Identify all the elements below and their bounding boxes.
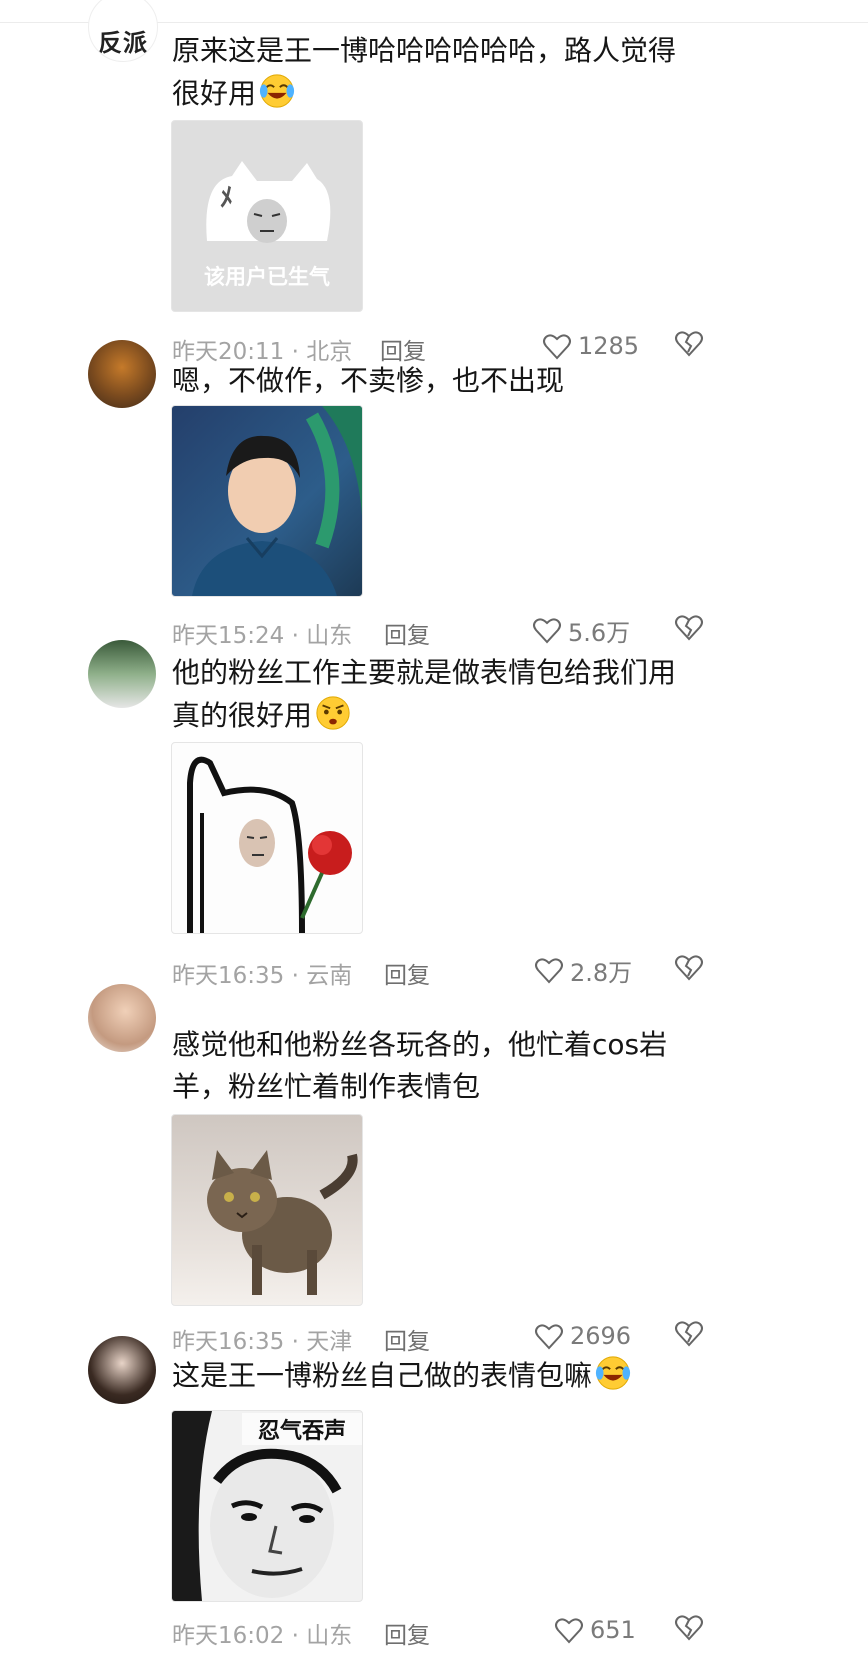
heart-outline-icon [543,334,571,360]
crying-laughing-emoji-icon [259,74,295,108]
like-button[interactable]: 2696 [534,1318,631,1354]
dislike-button[interactable] [674,1318,708,1354]
like-button[interactable]: 1285 [542,328,639,364]
reply-button[interactable]: 回复 [384,616,430,650]
comment-text: 嗯，不做作，不卖惨，也不出现 [172,360,692,402]
dislike-button[interactable] [674,952,708,988]
comment-image[interactable] [171,1114,363,1306]
comment-meta-row: 昨天16:35 · 天津 回复 2696 [172,1318,712,1356]
dislike-button[interactable] [674,1612,708,1648]
crying-laughing-emoji-icon [595,1356,631,1390]
avatar-text: 反派 [98,29,148,57]
comment-time-location: 昨天15:24 · 山东 [172,623,353,649]
avatar[interactable] [88,984,156,1052]
heart-outline-icon [555,1618,583,1644]
comment-meta-row: 昨天15:24 · 山东 回复 5.6万 [172,612,712,650]
dislike-button[interactable] [674,328,708,364]
comment-image[interactable]: ﾒ 该用户已生气 [171,120,363,312]
like-button[interactable]: 651 [554,1612,636,1648]
comment-image[interactable] [171,742,363,934]
reply-button[interactable]: 回复 [384,1322,430,1356]
reply-button[interactable]: 回复 [384,956,430,990]
comment-text: 这是王一博粉丝自己做的表情包嘛 [172,1354,692,1397]
comment-text-line: 真的很好用 [172,699,313,732]
comment-text: 感觉他和他粉丝各玩各的，他忙着cos岩 羊，粉丝忙着制作表情包 [172,1024,692,1108]
broken-heart-icon [675,331,703,357]
heart-outline-icon [535,958,563,984]
comment-image[interactable]: 忍气吞声 [171,1410,363,1602]
comment-text-line: 羊，粉丝忙着制作表情包 [172,1070,481,1103]
comment-text-line: 很好用 [172,77,257,110]
svg-text:ﾒ: ﾒ [220,183,233,213]
person-photo-image [192,406,362,596]
comment-text-line: 他的粉丝工作主要就是做表情包给我们用 [172,656,677,689]
comment-meta-row: 昨天16:02 · 山东 回复 651 [172,1612,712,1650]
avatar[interactable] [88,340,156,408]
cat-with-rose-meme-image [187,756,352,933]
like-count: 651 [590,1616,636,1644]
comment-text-line: 这是王一博粉丝自己做的表情包嘛 [172,1359,593,1392]
comment-text-line: 原来这是王一博哈哈哈哈哈哈，路人觉得 [172,34,677,67]
like-button[interactable]: 2.8万 [534,952,632,988]
shocked-face-emoji-icon [316,696,350,730]
heart-outline-icon [535,1324,563,1350]
comment-meta-row: 昨天20:11 · 北京 回复 1285 [172,328,712,365]
comment-text: 原来这是王一博哈哈哈哈哈哈，路人觉得 很好用 [172,30,692,115]
like-count: 2696 [570,1322,632,1350]
avatar[interactable] [88,1336,156,1404]
comment-feed: 反派 原来这是王一博哈哈哈哈哈哈，路人觉得 很好用 ﾒ 该用户已生气 昨天20:1… [0,0,868,1665]
comment-time-location: 昨天16:35 · 云南 [172,963,353,989]
comment-time-location: 昨天16:02 · 山东 [172,1623,353,1649]
image-caption: 忍气吞声 [242,1413,362,1445]
like-count: 1285 [578,332,640,360]
image-caption: 该用户已生气 [204,265,330,289]
comment-image[interactable] [171,405,363,597]
broken-heart-icon [675,1321,703,1347]
avatar[interactable] [88,640,156,708]
like-count: 2.8万 [570,958,633,987]
heart-outline-icon [533,618,561,644]
comment-meta-row: 昨天16:35 · 云南 回复 2.8万 [172,952,712,990]
broken-heart-icon [675,955,703,981]
reply-button[interactable]: 回复 [384,1616,430,1650]
comment-text-line: 感觉他和他粉丝各玩各的，他忙着cos岩 [172,1028,668,1061]
dislike-button[interactable] [674,612,708,648]
comment-time-location: 昨天16:35 · 天津 [172,1329,353,1355]
like-count: 5.6万 [568,618,631,647]
broken-heart-icon [675,615,703,641]
comment-text: 他的粉丝工作主要就是做表情包给我们用 真的很好用 [172,652,692,737]
cat-photo-image [207,1150,358,1295]
like-button[interactable]: 5.6万 [532,612,630,648]
avatar[interactable]: 反派 [88,0,158,62]
broken-heart-icon [675,1615,703,1641]
comment-text-line: 嗯，不做作，不卖惨，也不出现 [172,364,565,397]
